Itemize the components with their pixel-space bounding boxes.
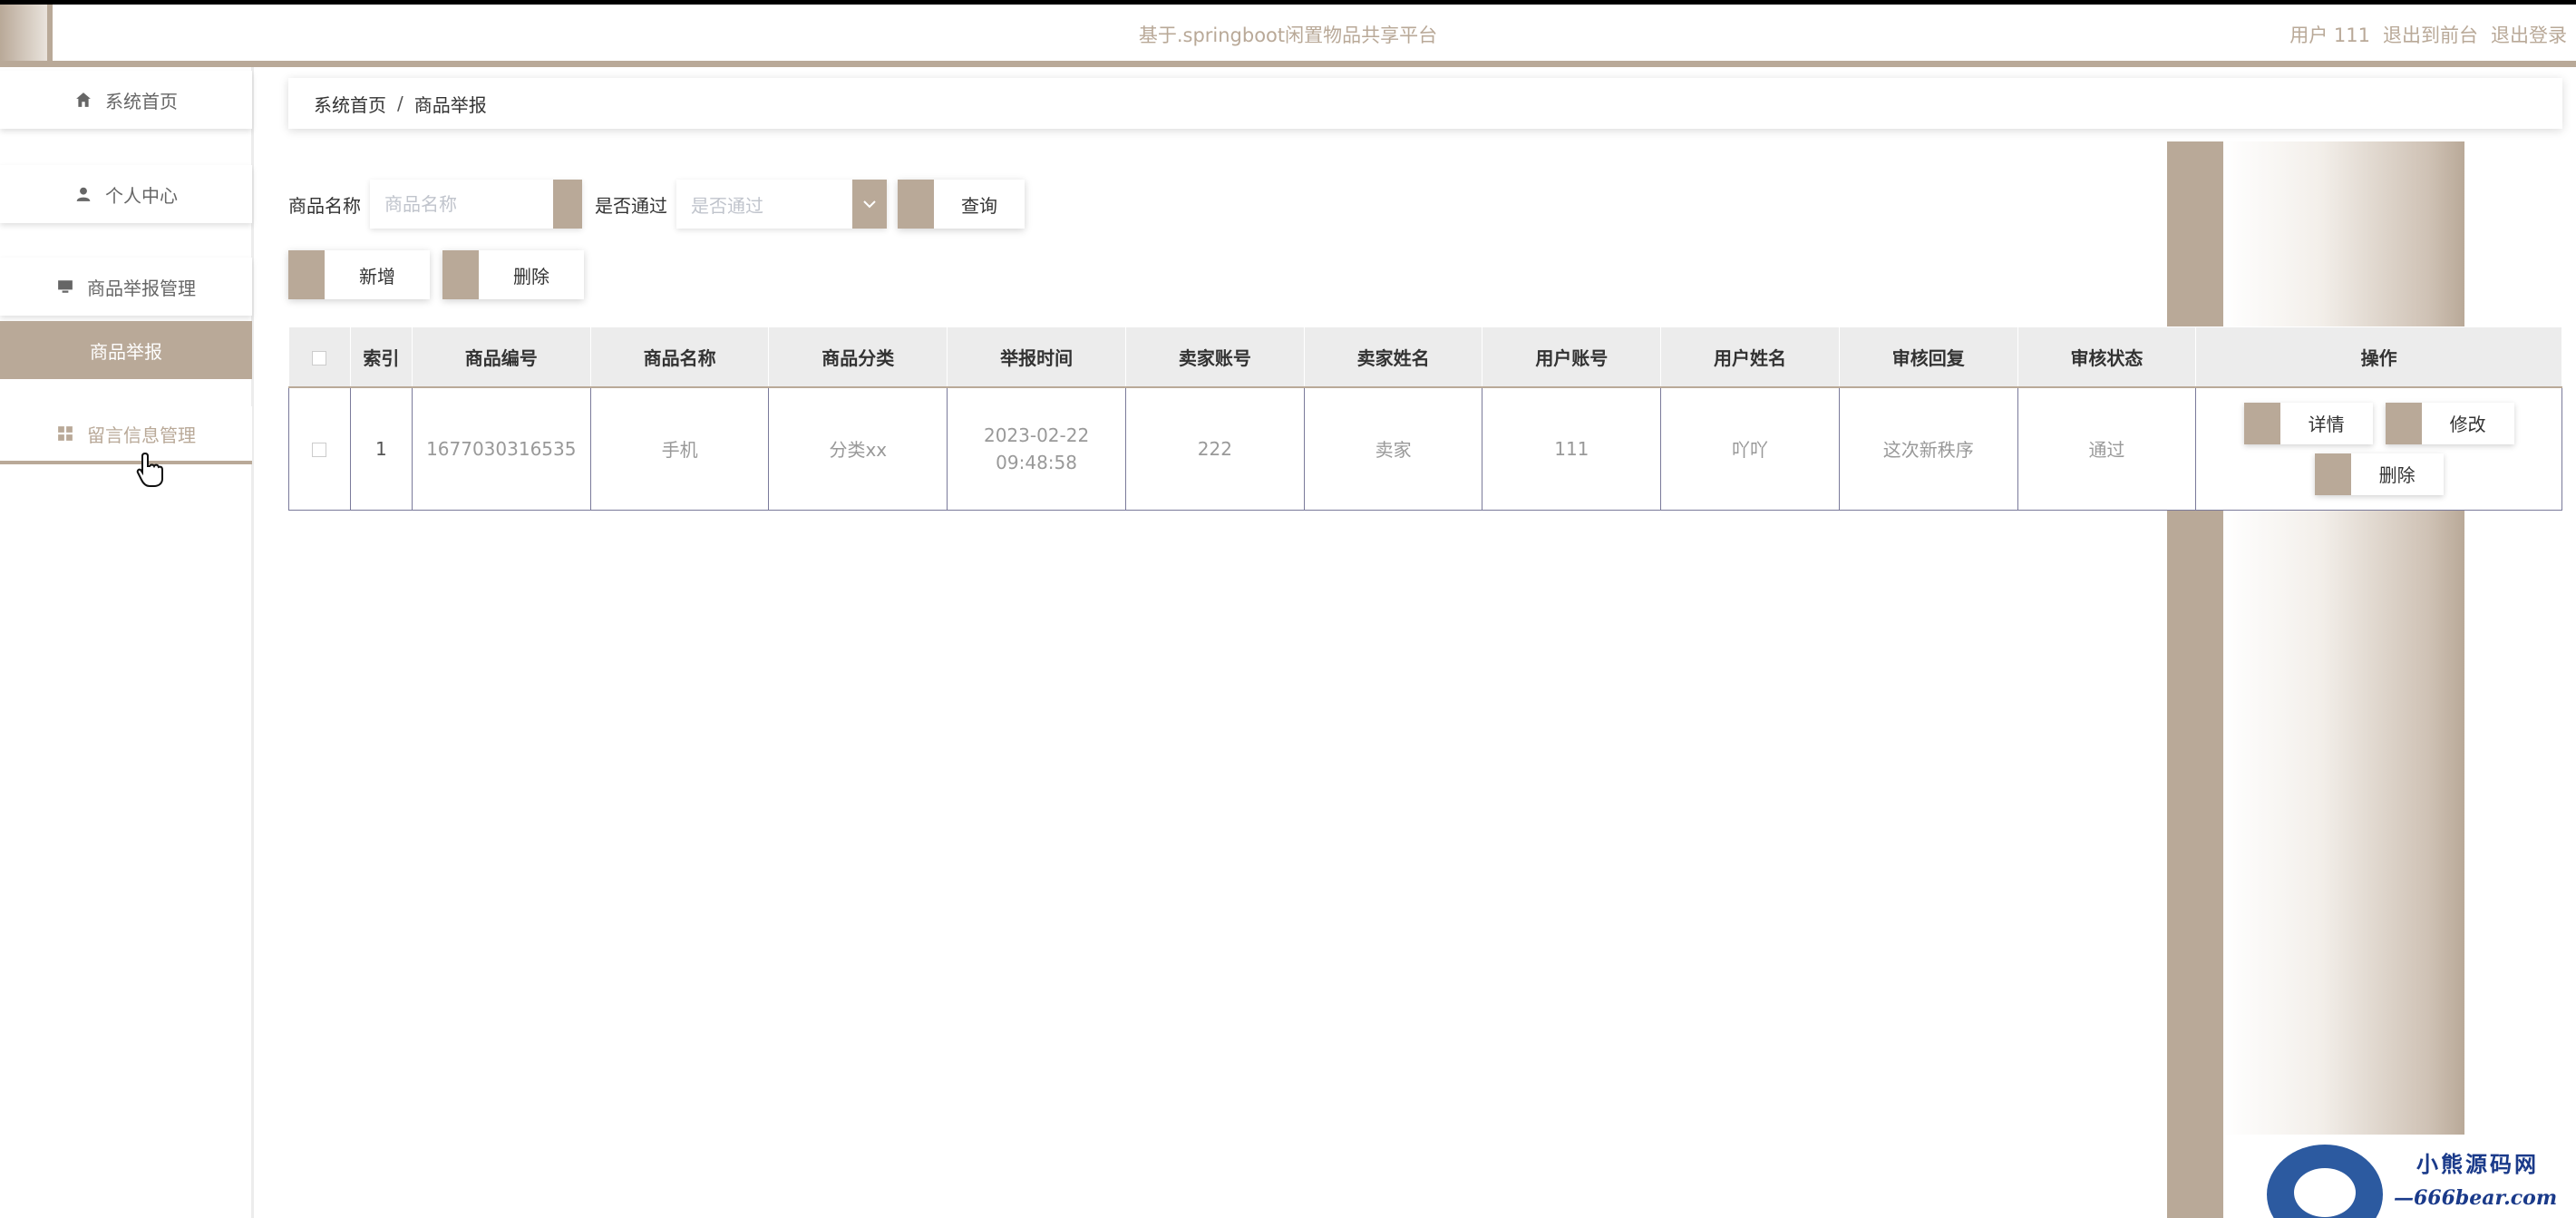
product-name-label: 商品名称 xyxy=(288,194,361,217)
chevron-down-icon xyxy=(852,180,887,229)
delete-button-label: 删除 xyxy=(513,265,549,287)
top-header: 基于.springboot闲置物品共享平台 用户 111 退出到前台 退出登录 xyxy=(0,0,2576,67)
cell-name: 手机 xyxy=(589,386,770,511)
cell-seller-name: 卖家 xyxy=(1303,386,1483,511)
column-header: 操作 xyxy=(2195,326,2562,388)
decor-bar xyxy=(2167,141,2223,1218)
pass-select-placeholder: 是否通过 xyxy=(691,194,763,217)
column-header: 审核状态 xyxy=(2017,326,2197,388)
select-all-checkbox[interactable] xyxy=(312,350,327,365)
column-header: 卖家账号 xyxy=(1125,326,1305,388)
site-watermark: 小熊源码网 —666bear.com— xyxy=(2258,1135,2576,1218)
add-button-label: 新增 xyxy=(359,265,395,287)
breadcrumb-separator: / xyxy=(397,93,403,114)
sidebar-item-label: 商品举报 xyxy=(90,340,162,363)
app-title: 基于.springboot闲置物品共享平台 xyxy=(1138,24,1438,46)
cell-status: 通过 xyxy=(2017,386,2197,511)
sidebar-item-label: 系统首页 xyxy=(105,90,178,112)
sidebar-item-home[interactable]: 系统首页 xyxy=(0,71,252,129)
cell-time: 2023-02-22 09:48:58 xyxy=(947,386,1127,511)
detail-button[interactable]: 详情 xyxy=(2243,402,2373,444)
to-front-link[interactable]: 退出到前台 xyxy=(2383,21,2478,48)
sidebar-item-label: 留言信息管理 xyxy=(87,424,196,446)
hand-cursor-icon xyxy=(136,452,163,496)
bear-logo-icon xyxy=(2267,1145,2383,1218)
column-header: 举报时间 xyxy=(947,326,1127,388)
row-delete-button-label: 删除 xyxy=(2378,464,2416,487)
select-all-cell[interactable] xyxy=(288,326,351,388)
cell-reply: 这次新秩序 xyxy=(1838,386,2018,511)
breadcrumb-home[interactable]: 系统首页 xyxy=(314,91,386,117)
current-user: 用户 111 xyxy=(2289,24,2370,46)
column-header: 商品分类 xyxy=(768,326,948,388)
product-name-input[interactable] xyxy=(370,180,582,229)
sidebar-item-label: 商品举报管理 xyxy=(87,277,196,299)
search-bar: 商品名称 是否通过 是否通过 查询 xyxy=(288,178,1025,230)
table-row: 1 1677030316535 手机 分类xx 2023-02-22 09:48… xyxy=(288,386,2562,511)
sidebar: 系统首页 个人中心 商品举报管理 商品举报 留言信息管理 xyxy=(0,67,254,1218)
decor-gradient xyxy=(2223,141,2464,1135)
edit-button[interactable]: 修改 xyxy=(2385,402,2514,444)
monitor-icon xyxy=(56,278,74,295)
detail-button-label: 详情 xyxy=(2308,414,2345,436)
cell-seller-account: 222 xyxy=(1125,386,1305,511)
cell-user-name: 吖吖 xyxy=(1660,386,1840,511)
batch-delete-button[interactable]: 删除 xyxy=(442,250,584,299)
breadcrumb-current: 商品举报 xyxy=(413,93,487,116)
add-button[interactable]: 新增 xyxy=(288,250,430,299)
row-select-cell[interactable] xyxy=(288,386,351,511)
edit-button-label: 修改 xyxy=(2449,414,2486,436)
sidebar-item-product-report[interactable]: 商品举报 xyxy=(0,321,252,379)
user-icon xyxy=(74,186,92,202)
breadcrumb: 系统首页 / 商品举报 xyxy=(288,78,2562,129)
column-header: 卖家姓名 xyxy=(1303,326,1483,388)
action-buttons: 新增 删除 xyxy=(288,250,584,299)
query-button[interactable]: 查询 xyxy=(898,180,1025,229)
column-header: 审核回复 xyxy=(1838,326,2018,388)
logout-link[interactable]: 退出登录 xyxy=(2491,21,2567,48)
cell-operations: 详情 修改 删除 xyxy=(2195,386,2562,511)
watermark-title: 小熊源码网 xyxy=(2416,1151,2539,1177)
cell-index: 1 xyxy=(349,386,413,511)
column-header: 商品编号 xyxy=(411,326,591,388)
header-user-area: 用户 111 退出到前台 退出登录 xyxy=(2289,21,2567,48)
cell-user-account: 111 xyxy=(1482,386,1662,511)
query-button-label: 查询 xyxy=(961,194,997,217)
sidebar-item-message-management[interactable]: 留言信息管理 xyxy=(0,406,252,464)
column-header: 商品名称 xyxy=(589,326,770,388)
grid-icon xyxy=(56,425,74,442)
pass-label: 是否通过 xyxy=(595,194,667,217)
column-header: 索引 xyxy=(349,326,413,388)
cell-code: 1677030316535 xyxy=(411,386,591,511)
pass-select[interactable]: 是否通过 xyxy=(676,180,887,229)
report-table: 索引 商品编号 商品名称 商品分类 举报时间 卖家账号 卖家姓名 用户账号 用户… xyxy=(288,326,2562,511)
column-header: 用户账号 xyxy=(1482,326,1662,388)
cell-category: 分类xx xyxy=(768,386,948,511)
row-delete-button[interactable]: 删除 xyxy=(2314,453,2444,495)
table-header-row: 索引 商品编号 商品名称 商品分类 举报时间 卖家账号 卖家姓名 用户账号 用户… xyxy=(288,326,2562,388)
column-header: 用户姓名 xyxy=(1660,326,1840,388)
watermark-url: —666bear.com— xyxy=(2394,1186,2558,1218)
home-icon xyxy=(74,92,92,108)
sidebar-item-profile[interactable]: 个人中心 xyxy=(0,165,252,223)
sidebar-item-label: 个人中心 xyxy=(105,184,178,207)
row-checkbox[interactable] xyxy=(312,443,327,458)
sidebar-item-report-management[interactable]: 商品举报管理 xyxy=(0,258,252,316)
